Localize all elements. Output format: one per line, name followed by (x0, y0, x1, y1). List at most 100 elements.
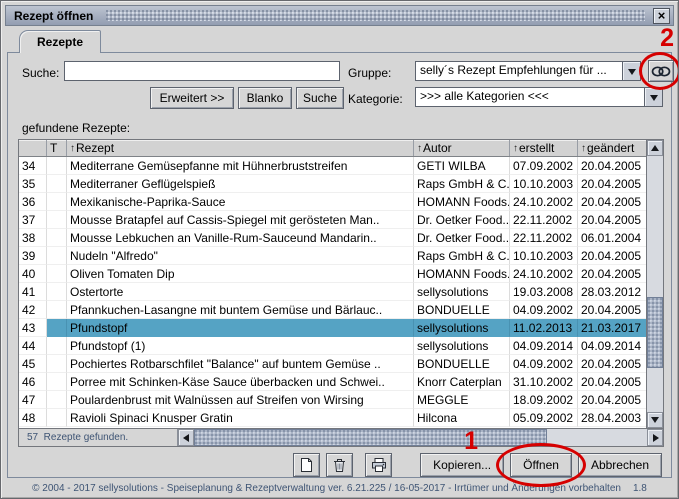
cell-erstellt: 24.10.2002 (510, 265, 578, 283)
cell-rezept: Ostertorte (67, 283, 414, 301)
table-row[interactable]: 39 Nudeln "Alfredo" Raps GmbH & C.. 10.1… (19, 247, 646, 265)
cell-geaendert: 20.04.2005 (578, 301, 646, 319)
sort-asc-icon: ↑ (70, 143, 75, 154)
table-row[interactable]: 48 Ravioli Spinaci Knusper Gratin Hilcon… (19, 409, 646, 427)
cell-nr: 37 (19, 211, 47, 229)
horizontal-scroll-thumb[interactable] (194, 429, 547, 446)
new-recipe-button[interactable] (293, 453, 320, 477)
column-header-t[interactable]: T (47, 140, 67, 156)
kategorie-select[interactable]: >>> alle Kategorien <<< (415, 87, 663, 107)
erweitert-button[interactable]: Erweitert >> (150, 87, 234, 109)
cell-geaendert: 20.04.2005 (578, 373, 646, 391)
column-header-rezept[interactable]: ↑ Rezept (67, 140, 414, 156)
cell-t (47, 283, 67, 301)
table-row[interactable]: 38 Mousse Lebkuchen an Vanille-Rum-Sauce… (19, 229, 646, 247)
cell-autor: HOMANN Foods.. (414, 265, 510, 283)
vertical-scrollbar[interactable] (646, 140, 663, 428)
cell-erstellt: 18.09.2002 (510, 391, 578, 409)
title-bar[interactable]: Rezept öffnen × (5, 5, 674, 26)
table-row[interactable]: 35 Mediterraner Geflügelspieß Raps GmbH … (19, 175, 646, 193)
cell-t (47, 391, 67, 409)
cell-erstellt: 19.03.2008 (510, 283, 578, 301)
gruppe-dropdown-button[interactable] (622, 62, 640, 80)
annotation-digit-2: 2 (660, 26, 674, 51)
kopieren-button[interactable]: Kopieren... (420, 453, 504, 477)
vertical-scroll-track[interactable] (647, 156, 663, 412)
scroll-left-button[interactable] (178, 429, 194, 446)
tab-rezepte[interactable]: Rezepte (19, 30, 101, 53)
cell-nr: 36 (19, 193, 47, 211)
cell-rezept: Porree mit Schinken-Käse Sauce überbacke… (67, 373, 414, 391)
cell-rezept: Oliven Tomaten Dip (67, 265, 414, 283)
table-status-row: 57 Rezepte gefunden. (18, 429, 664, 447)
column-header-autor[interactable]: ↑ Autor (414, 140, 510, 156)
gruppe-selected-value: selly´s Rezept Empfehlungen für ... (416, 62, 622, 80)
suche-button[interactable]: Suche (296, 87, 344, 109)
cell-autor: Hilcona (414, 409, 510, 427)
vertical-scroll-thumb[interactable] (647, 297, 663, 369)
delete-recipe-button[interactable] (326, 453, 353, 477)
dialog-rezept-oeffnen: Rezept öffnen × Rezepte Suche: Gruppe: s… (0, 0, 679, 499)
kategorie-label: Kategorie: (348, 92, 403, 106)
cell-t (47, 193, 67, 211)
column-header-erstellt[interactable]: ↑ erstellt (510, 140, 578, 156)
search-input[interactable] (64, 61, 340, 81)
cell-autor: BONDUELLE (414, 301, 510, 319)
cell-autor: BONDUELLE (414, 355, 510, 373)
cell-geaendert: 20.04.2005 (578, 157, 646, 175)
gruppe-select[interactable]: selly´s Rezept Empfehlungen für ... (415, 61, 641, 81)
table-row[interactable]: 37 Mousse Bratapfel auf Cassis-Spiegel m… (19, 211, 646, 229)
table-row[interactable]: 36 Mexikanische-Paprika-Sauce HOMANN Foo… (19, 193, 646, 211)
blanko-button[interactable]: Blanko (238, 87, 292, 109)
table-row[interactable]: 41 Ostertorte sellysolutions 19.03.2008 … (19, 283, 646, 301)
cell-t (47, 409, 67, 427)
cell-t (47, 229, 67, 247)
cell-t (47, 265, 67, 283)
gruppe-label: Gruppe: (348, 66, 391, 80)
cell-geaendert: 28.04.2003 (578, 409, 646, 427)
horizontal-scrollbar[interactable] (177, 429, 663, 446)
cell-erstellt: 04.09.2014 (510, 337, 578, 355)
cell-erstellt: 22.11.2002 (510, 211, 578, 229)
group-link-button[interactable] (648, 60, 674, 82)
column-header-nr[interactable] (19, 140, 47, 156)
cell-nr: 42 (19, 301, 47, 319)
oeffnen-wrap: Öffnen 1 (510, 453, 572, 477)
cell-erstellt: 04.09.2002 (510, 355, 578, 373)
cell-nr: 46 (19, 373, 47, 391)
cell-erstellt: 31.10.2002 (510, 373, 578, 391)
table-row[interactable]: 46 Porree mit Schinken-Käse Sauce überba… (19, 373, 646, 391)
oeffnen-button[interactable]: Öffnen (510, 453, 572, 477)
kategorie-dropdown-button[interactable] (644, 88, 662, 106)
cell-geaendert: 20.04.2005 (578, 355, 646, 373)
horizontal-scroll-track[interactable] (194, 429, 647, 446)
table-row[interactable]: 47 Poulardenbrust mit Walnüssen auf Stre… (19, 391, 646, 409)
sort-asc-icon: ↑ (513, 143, 518, 154)
cell-geaendert: 28.03.2012 (578, 283, 646, 301)
print-button[interactable] (365, 453, 392, 477)
table-row[interactable]: 40 Oliven Tomaten Dip HOMANN Foods.. 24.… (19, 265, 646, 283)
scroll-down-button[interactable] (647, 412, 663, 428)
cell-rezept: Poulardenbrust mit Walnüssen auf Streife… (67, 391, 414, 409)
close-icon[interactable]: × (653, 8, 670, 24)
table-row[interactable]: 42 Pfannkuchen-Lasangne mit buntem Gemüs… (19, 301, 646, 319)
cell-t (47, 355, 67, 373)
table-row[interactable]: 34 Mediterrane Gemüsepfanne mit Hühnerbr… (19, 157, 646, 175)
table-row[interactable]: 45 Pochiertes Rotbarschfilet "Balance" a… (19, 355, 646, 373)
footer-version: 1.8 (633, 483, 647, 494)
cell-autor: sellysolutions (414, 319, 510, 337)
cell-erstellt: 11.02.2013 (510, 319, 578, 337)
results-count-label: 57 Rezepte gefunden. (19, 429, 177, 446)
table-row[interactable]: 43 Pfundstopf sellysolutions 11.02.2013 … (19, 319, 646, 337)
cell-t (47, 175, 67, 193)
column-header-geaendert[interactable]: ↑ geändert (578, 140, 646, 156)
cell-geaendert: 06.01.2004 (578, 229, 646, 247)
abbrechen-button[interactable]: Abbrechen (578, 453, 662, 477)
chevron-down-icon (628, 69, 636, 79)
cell-autor: Raps GmbH & C.. (414, 247, 510, 265)
cell-erstellt: 10.10.2003 (510, 247, 578, 265)
scroll-up-button[interactable] (647, 140, 663, 156)
tab-rezepte-label: Rezepte (37, 35, 83, 49)
scroll-right-button[interactable] (647, 429, 663, 446)
table-row[interactable]: 44 Pfundstopf (1) sellysolutions 04.09.2… (19, 337, 646, 355)
